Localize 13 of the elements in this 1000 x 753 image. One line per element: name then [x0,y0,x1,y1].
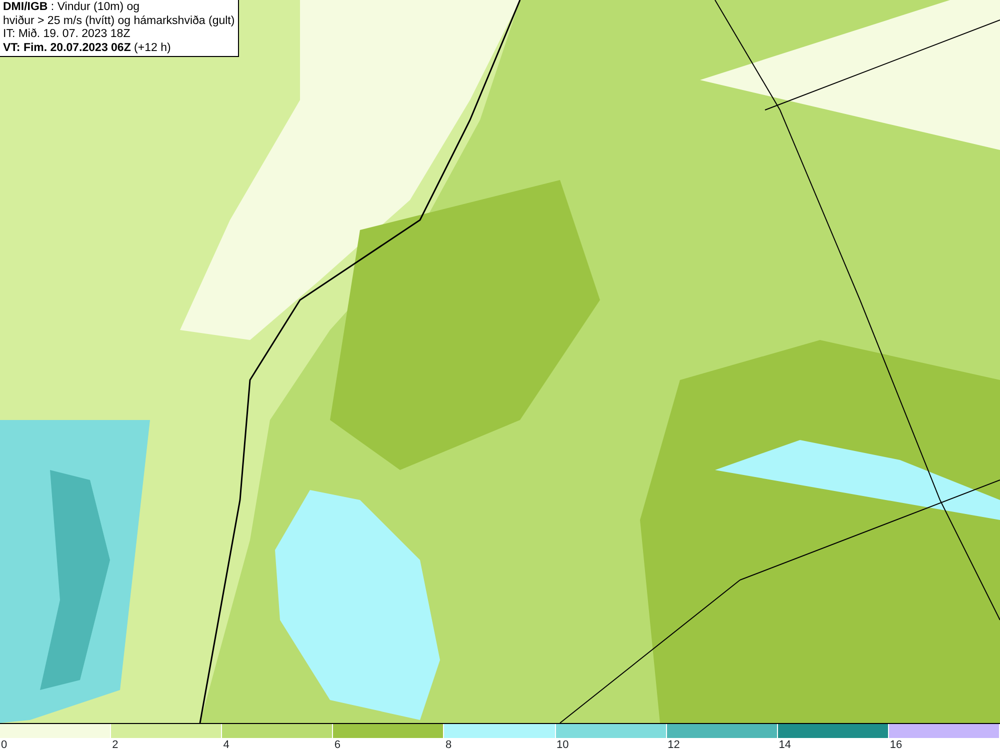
legend-label: 6 [333,738,340,752]
info-line: hviður > 25 m/s (hvítt) og hámarkshviða (gult) [3,14,235,28]
info-line: VT: Fim. 20.07.2023 06Z (+12 h) [3,42,172,55]
legend-label: 16 [888,738,902,752]
legend-label: 14 [778,738,792,752]
legend-label: 10 [556,738,569,752]
info-line: DMI/IGB : Vindur (10m) og [3,1,141,14]
legend-label: 12 [666,738,680,752]
legend-label: 8 [444,738,452,752]
legend-label: 4 [222,738,230,752]
legend-label: 2 [111,738,118,752]
info-line: IT: Mið. 19. 07. 2023 18Z [3,28,132,42]
legend-label: 0 [0,738,8,752]
